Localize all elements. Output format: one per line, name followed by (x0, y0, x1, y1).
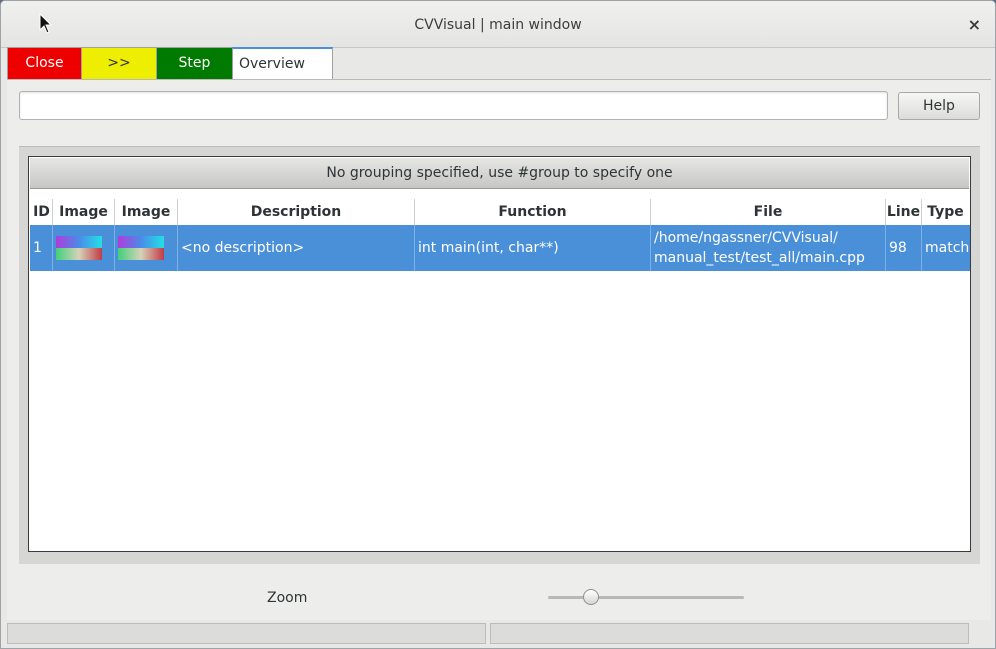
status-field-left (7, 623, 486, 644)
status-bar (1, 620, 995, 648)
file-path-line1: /home/ngassner/CVVisual/ (654, 230, 838, 246)
column-header-image2[interactable]: Image 2 (115, 199, 178, 246)
tab-fast-forward[interactable]: >> (81, 47, 157, 80)
zoom-label: Zoom (267, 590, 308, 606)
column-header-type[interactable]: Type (922, 199, 969, 225)
cell-type: match (925, 240, 970, 256)
column-header-function[interactable]: Function (415, 199, 651, 225)
status-field-right (490, 623, 969, 644)
help-button[interactable]: Help (898, 92, 980, 120)
window-title: CVVisual | main window (414, 17, 582, 33)
close-icon[interactable]: × (968, 15, 981, 34)
column-header-line[interactable]: Line (886, 199, 922, 225)
column-header-description[interactable]: Description (178, 199, 415, 225)
column-header-file[interactable]: File (651, 199, 886, 225)
image-thumbnail-icon (118, 236, 164, 260)
image-thumbnail-icon (56, 236, 102, 260)
tab-overview[interactable]: Overview (232, 47, 333, 80)
main-window: CVVisual | main window × Close >> Step O… (0, 0, 996, 649)
zoom-slider-track[interactable] (548, 596, 744, 599)
tab-close[interactable]: Close (7, 47, 82, 80)
cell-file: /home/ngassner/CVVisual/ manual_test/tes… (651, 225, 886, 271)
column-header-id[interactable]: ID (31, 199, 53, 225)
mouse-cursor-icon (39, 13, 53, 34)
tab-step[interactable]: Step (156, 47, 233, 80)
title-bar: CVVisual | main window × (1, 1, 995, 48)
file-path-line2: manual_test/test_all/main.cpp (654, 250, 865, 266)
column-header-image1[interactable]: Image 1 (53, 199, 115, 246)
cell-description: <no description> (178, 225, 415, 271)
cell-image2 (115, 225, 178, 271)
group-header[interactable]: No grouping specified, use #group to spe… (30, 158, 969, 189)
overview-table: No grouping specified, use #group to spe… (28, 156, 971, 552)
filter-input[interactable] (19, 91, 888, 120)
zoom-slider-handle[interactable] (583, 589, 600, 605)
cell-id: 1 (30, 225, 53, 271)
table-row[interactable]: 1 <no description> int main(int, char**)… (30, 225, 970, 271)
cell-image1 (53, 225, 115, 271)
cell-function: int main(int, char**) (415, 225, 651, 271)
cell-line: 98 (886, 225, 922, 271)
